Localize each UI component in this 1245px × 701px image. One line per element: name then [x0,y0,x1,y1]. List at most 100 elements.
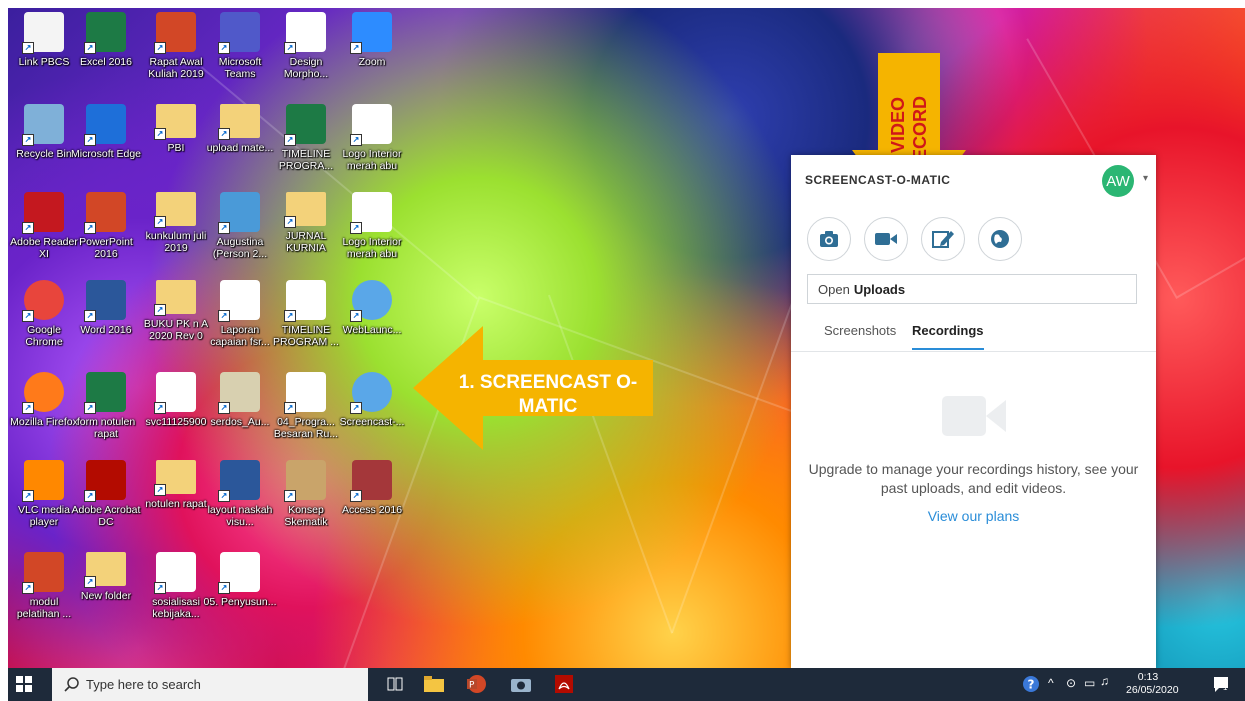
powerpoint-taskbar-icon[interactable]: P [465,673,487,695]
desktop-icon[interactable]: ↗ layout naskah visu... [204,456,276,552]
contact-icon: ↗ [218,192,260,234]
vlc-icon: ↗ [22,460,64,502]
excel-file-icon: ↗ [284,104,326,146]
shortcut-arrow-icon: ↗ [350,310,362,322]
desktop-icon-label: notulen rapat [145,498,207,510]
pdf-thumbnail-icon: ↗ [284,12,326,54]
desktop-icon[interactable]: ↗ New folder [70,548,142,644]
notification-icon[interactable]: 1 [1210,673,1232,695]
screencast-o-matic-icon: ↗ [350,372,392,414]
file-icon: ↗ [154,372,196,414]
clock-date: 26/05/2020 [1126,684,1179,696]
folder-icon: ↗ [218,104,260,140]
hosting-button[interactable] [978,217,1022,261]
desktop-icon[interactable]: ↗ kunkulum juli 2019 [140,188,212,284]
tab-screenshots[interactable]: Screenshots [824,323,896,338]
desktop-icon[interactable]: ↗ Word 2016 [70,276,142,372]
camera-taskbar-icon[interactable] [510,673,532,695]
location-icon[interactable]: ⊙ [1066,676,1076,690]
desktop-icon[interactable]: ↗ sosialisasi kebijaka... [140,548,212,644]
folder-icon: ↗ [154,460,196,496]
chevron-up-icon[interactable]: ^ [1048,676,1054,690]
desktop-icon[interactable]: ↗ Rapat Awal Kuliah 2019 [140,8,212,104]
desktop-icon[interactable]: ↗ notulen rapat [140,456,212,552]
desktop-icon[interactable]: ↗ Access 2016 [336,456,408,552]
desktop-icon[interactable]: ↗ form notulen rapat [70,368,142,464]
desktop-icon[interactable]: ↗ Logo Interior merah abu [336,100,408,196]
desktop-icon-label: 04_Progra... Besaran Ru... [273,416,339,440]
video-placeholder-icon [942,396,1006,436]
video-record-button[interactable] [864,217,908,261]
video-camera-icon [875,233,897,245]
taskbar-search[interactable]: Type here to search [52,668,368,701]
desktop-icon-label: upload mate... [206,142,274,154]
desktop-icon[interactable]: ↗ Zoom [336,8,408,104]
desktop-icon[interactable]: ↗ Excel 2016 [70,8,142,104]
desktop-icon-label: TIMELINE PROGRAM ... [273,324,339,348]
taskbar: Type here to search P ? ^ ⊙ ▭ ♫ 0:13 26/… [8,668,1245,701]
desktop-icon[interactable]: ↗ upload mate... [204,100,276,196]
shortcut-arrow-icon: ↗ [154,402,166,414]
desktop-icon[interactable]: ↗ 05. Penyusun... [204,548,276,644]
word-icon: ↗ [84,280,126,322]
desktop-icon[interactable]: ↗ PowerPoint 2016 [70,188,142,284]
desktop-icon[interactable]: ↗ PBI [140,100,212,196]
shortcut-arrow-icon: ↗ [84,134,96,146]
edit-image-button[interactable] [921,217,965,261]
shortcut-arrow-icon: ↗ [350,134,362,146]
desktop-icon[interactable]: ↗ Microsoft Edge [70,100,142,196]
tab-recordings[interactable]: Recordings [912,323,984,350]
view-plans-link[interactable]: View our plans [791,508,1156,524]
notification-count: 1 [1223,683,1228,692]
shortcut-arrow-icon: ↗ [218,222,230,234]
shortcut-arrow-icon: ↗ [284,42,296,54]
screenshot-button[interactable] [807,217,851,261]
system-clock[interactable]: 0:13 26/05/2020 [1104,671,1179,697]
desktop-icon[interactable]: ↗ BUKU PK n A 2020 Rev 0 [140,276,212,372]
desktop-icon[interactable]: ↗ Microsoft Teams [204,8,276,104]
acrobat-taskbar-icon[interactable] [553,673,575,695]
desktop-icon[interactable]: ↗ serdos_Au... [204,368,276,464]
chevron-down-icon[interactable]: ▾ [1143,173,1148,184]
uploads-label: Uploads [853,281,906,297]
desktop-icon[interactable]: ↗ Adobe Acrobat DC [70,456,142,552]
desktop-icon[interactable]: ↗ svc11125900 [140,368,212,464]
folder-icon: ↗ [154,192,196,228]
battery-icon[interactable]: ▭ [1084,676,1095,690]
shortcut-arrow-icon: ↗ [22,402,34,414]
access-icon: ↗ [350,460,392,502]
desktop-icon[interactable]: ↗ Konsep Skematik [270,456,342,552]
clock-time: 0:13 [1137,671,1159,683]
shortcut-arrow-icon: ↗ [350,402,362,414]
avatar[interactable]: AW [1102,165,1134,197]
shortcut-arrow-icon: ↗ [284,134,296,146]
desktop-icon-label: Access 2016 [341,504,403,516]
desktop-icon[interactable]: ↗ TIMELINE PROGRA... [270,100,342,196]
camera-icon [820,231,838,247]
file-explorer-icon[interactable] [423,673,445,695]
chrome-icon: ↗ [22,280,64,322]
desktop-icon-label: WebLaunc... [342,324,402,336]
desktop-icon[interactable]: ↗ WebLaunc... [336,276,408,372]
help-icon[interactable]: ? [1020,673,1042,695]
desktop-icon[interactable]: ↗ Screencast-... [336,368,408,464]
desktop-icon-label: Logo Interior merah abu [342,236,402,260]
windows-start-icon[interactable] [16,676,32,692]
powerpoint-file-icon: ↗ [22,552,64,594]
desktop-icon[interactable]: ↗ Design Morpho... [270,8,342,104]
open-uploads-button[interactable]: Open Uploads [807,274,1137,304]
firefox-icon: ↗ [22,372,64,414]
shortcut-arrow-icon: ↗ [154,304,166,316]
desktop-icon[interactable]: ↗ Logo Interior merah abu [336,188,408,284]
shortcut-arrow-icon: ↗ [350,490,362,502]
task-view-icon[interactable] [384,673,406,695]
desktop-icon[interactable]: ↗ Laporan capaian fsr... [204,276,276,372]
desktop-icon[interactable]: ↗ JURNAL KURNIA [270,188,342,284]
svg-text:?: ? [1028,678,1035,692]
desktop-icon[interactable]: ↗ 04_Progra... Besaran Ru... [270,368,342,464]
desktop-icon[interactable]: ↗ Augustina (Person 2... [204,188,276,284]
edge-icon: ↗ [84,104,126,146]
globe-icon [991,230,1009,248]
desktop-icon-label: Microsoft Edge [70,148,142,160]
desktop-icon[interactable]: ↗ TIMELINE PROGRAM ... [270,276,342,372]
